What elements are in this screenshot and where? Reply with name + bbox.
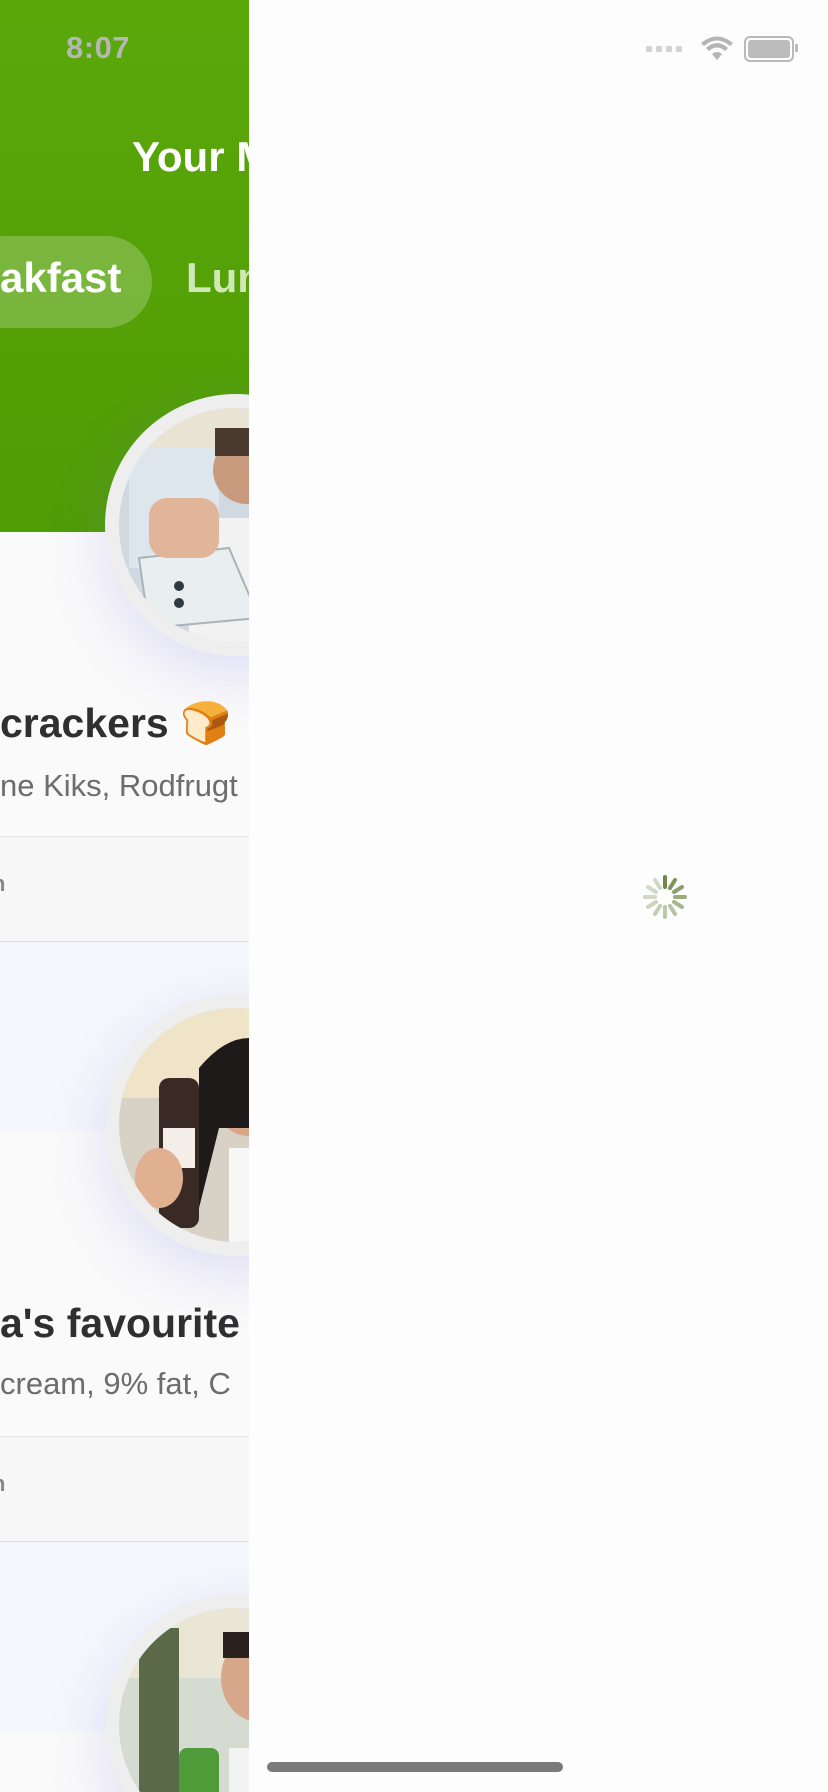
meal-action-label: n [0,871,5,897]
screen: 8:07 Your M akfast Lun [0,0,828,1792]
page-title: Your M [132,133,249,180]
tab-lunch[interactable]: Lun [186,254,249,302]
battery-level [748,40,790,58]
battery-icon [744,36,798,62]
meal-title-text: crackers [0,700,169,746]
meal-action-label: n [0,1471,5,1497]
cellular-signal-icon [646,46,682,52]
home-indicator[interactable] [267,1762,563,1772]
overlay-panel [249,0,828,1792]
meal-ingredients: ne Kiks, Rodfrugt [0,768,238,803]
loading-spinner-icon [643,875,687,919]
tab-breakfast[interactable]: akfast [0,254,121,302]
wifi-icon [701,36,733,60]
bread-icon: 🍞 [180,700,232,746]
meal-title: crackers 🍞 [0,700,231,748]
meal-action-row[interactable]: n [0,1436,249,1542]
meal-action-row[interactable]: n [0,836,249,942]
meal-title: a's favourite [0,1300,240,1346]
status-time: 8:07 [66,30,131,65]
status-indicators [646,36,798,62]
meal-photo [119,1608,249,1792]
meal-photo [119,408,249,642]
meal-ingredients: cream, 9% fat, C [0,1366,231,1401]
meal-plan-page: 8:07 Your M akfast Lun [0,0,249,1792]
meal-photo [119,1008,249,1242]
